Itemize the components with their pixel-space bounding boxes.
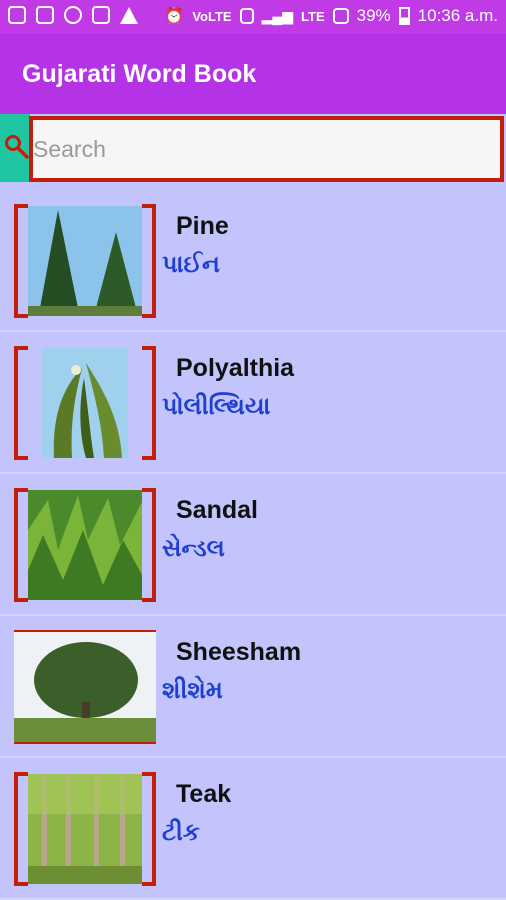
signal-2-icon [332, 8, 349, 24]
volte-label: VoLTE [192, 8, 232, 24]
pine-image [28, 206, 142, 316]
word-gujarati: ટીક [162, 818, 200, 846]
polyalthia-image [42, 348, 128, 458]
thumbnail-frame [14, 488, 156, 602]
sim-icon [239, 8, 254, 24]
clock: 10:36 a.m. [417, 6, 498, 25]
alarm-icon: ⏰ [164, 8, 185, 25]
search-icon[interactable] [4, 134, 30, 160]
battery-percent: 39% [356, 6, 391, 25]
frame-bracket-right [142, 772, 156, 886]
teak-image [28, 774, 142, 884]
thumbnail-frame [14, 772, 156, 886]
search-input[interactable] [33, 120, 500, 178]
word-english: Polyalthia [176, 354, 295, 382]
app-title: Gujarati Word Book [22, 60, 257, 88]
frame-bracket-left [14, 346, 28, 460]
list-item-teak[interactable]: Teak ટીક [0, 758, 506, 900]
search-row [0, 114, 506, 186]
word-english: Sheesham [176, 638, 302, 666]
word-english: Teak [176, 780, 232, 808]
frame-bracket-right [142, 346, 156, 460]
frame-bracket-right [142, 204, 156, 318]
warning-icon [120, 6, 138, 24]
frame-bracket-left [14, 488, 28, 602]
signal-icon: ▂▄▆ [261, 7, 294, 24]
word-gujarati: સેન્ડલ [162, 534, 225, 562]
sync-icon [64, 6, 82, 24]
status-bar: ⏰ VoLTE ▂▄▆ LTE 39% 10:36 a.m. [0, 0, 506, 34]
mail-icon [92, 6, 110, 24]
lte-label: LTE [301, 8, 325, 24]
word-gujarati: શીશેમ [162, 676, 223, 704]
word-list: Pine પાઈન Polyalthia પોલીલ્થિયા Sandal સ… [0, 190, 506, 900]
notification-icons [8, 6, 138, 24]
frame-bracket-right [142, 488, 156, 602]
frame-bracket-left [14, 204, 28, 318]
message-icon [8, 6, 26, 24]
list-item-pine[interactable]: Pine પાઈન [0, 190, 506, 332]
thumbnail-frame [14, 346, 156, 460]
app-bar: Gujarati Word Book [0, 34, 506, 114]
word-gujarati: પોલીલ્થિયા [162, 392, 271, 420]
image-icon [36, 6, 54, 24]
battery-icon [398, 7, 410, 25]
list-item-polyalthia[interactable]: Polyalthia પોલીલ્થિયા [0, 332, 506, 474]
list-item-sheesham[interactable]: Sheesham શીશેમ [0, 616, 506, 758]
word-gujarati: પાઈન [162, 250, 220, 278]
search-box[interactable] [29, 116, 504, 182]
word-english: Sandal [176, 496, 258, 524]
list-item-sandal[interactable]: Sandal સેન્ડલ [0, 474, 506, 616]
thumbnail-frame [14, 204, 156, 318]
thumbnail-frame [14, 630, 156, 744]
word-english: Pine [176, 212, 229, 240]
sheesham-image [14, 632, 156, 742]
sandal-image [28, 490, 142, 600]
frame-bracket-left [14, 772, 28, 886]
system-icons: ⏰ VoLTE ▂▄▆ LTE 39% 10:36 a.m. [164, 6, 498, 26]
